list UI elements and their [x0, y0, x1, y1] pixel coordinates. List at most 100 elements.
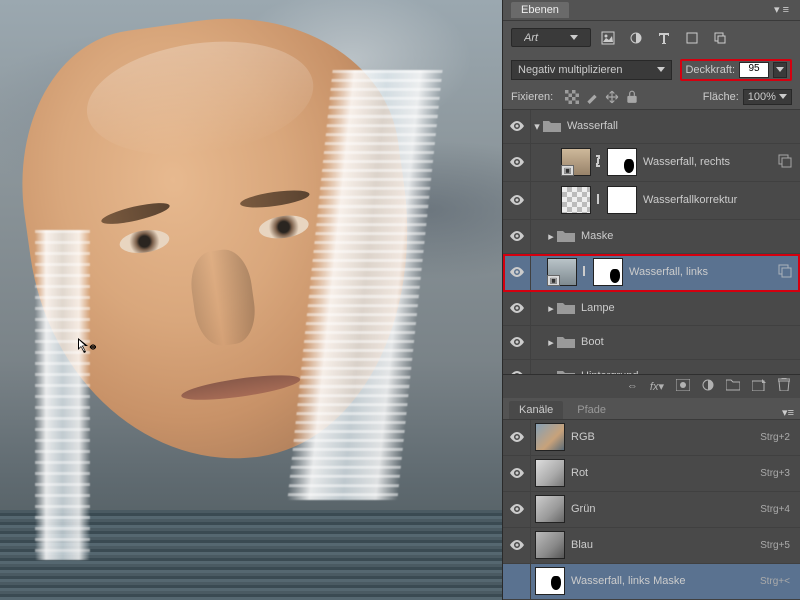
channel-blue[interactable]: Blau Strg+5 [503, 528, 800, 564]
layer-name[interactable]: Maske [575, 230, 800, 242]
folder-icon [557, 335, 575, 349]
document-canvas[interactable] [0, 0, 502, 600]
mask-link-icon[interactable] [591, 193, 605, 208]
mask-thumbnail[interactable] [593, 258, 623, 286]
adjustment-icon[interactable] [702, 379, 714, 394]
chevron-down-icon [570, 35, 578, 40]
filter-adjust-icon[interactable] [625, 27, 647, 49]
visibility-toggle[interactable] [503, 326, 531, 359]
visibility-toggle[interactable] [503, 420, 531, 455]
layer-wasserfallkorrektur[interactable]: Wasserfallkorrektur [503, 182, 800, 220]
folder-icon [557, 369, 575, 374]
layer-wasserfall-links[interactable]: ▣ Wasserfall, links [503, 254, 800, 292]
channel-name: Rot [565, 467, 760, 479]
lock-transparency-icon[interactable] [565, 90, 579, 104]
folder-icon [557, 301, 575, 315]
disclosure-triangle-icon[interactable]: ▾ [531, 120, 543, 133]
lock-pixels-icon[interactable] [585, 90, 599, 104]
channel-shortcut: Strg+4 [760, 504, 790, 515]
mask-thumbnail[interactable] [607, 148, 637, 176]
layer-thumbnail[interactable]: ▣ [547, 258, 577, 286]
filter-pixel-icon[interactable] [597, 27, 619, 49]
layer-name[interactable]: Wasserfall, links [623, 266, 778, 278]
filter-input[interactable] [524, 32, 564, 44]
layer-group-boot[interactable]: ▸ Boot [503, 326, 800, 360]
visibility-toggle[interactable] [503, 292, 531, 325]
channel-shortcut: Strg+5 [760, 540, 790, 551]
channel-shortcut: Strg+3 [760, 468, 790, 479]
new-layer-icon[interactable] [752, 379, 766, 394]
chevron-down-icon [657, 67, 665, 72]
visibility-toggle[interactable] [503, 492, 531, 527]
layer-group-hintergrund[interactable]: ▸ Hintergrund [503, 360, 800, 374]
layer-name[interactable]: Wasserfall [561, 120, 800, 132]
link-layers-icon[interactable]: ⇔ [627, 380, 638, 392]
waterfall-left [35, 230, 90, 560]
smart-filter-badge: ▣ [547, 275, 560, 286]
tab-paths[interactable]: Pfade [567, 401, 616, 419]
opacity-slider-toggle[interactable] [773, 62, 787, 78]
layer-thumbnail[interactable]: ▣ [561, 148, 591, 176]
mask-link-icon[interactable] [591, 155, 605, 170]
channel-name: Grün [565, 503, 760, 515]
opacity-input[interactable]: 95 [739, 62, 769, 78]
fx-icon[interactable]: fx▾ [650, 380, 664, 393]
layer-name[interactable]: Boot [575, 336, 800, 348]
channel-shortcut: Strg+2 [760, 432, 790, 443]
blend-mode-select[interactable]: Negativ multiplizieren [511, 60, 672, 80]
mask-thumbnail[interactable] [607, 186, 637, 214]
panel-menu-icon[interactable]: ▾≡ [782, 406, 794, 419]
layer-filter-kind[interactable] [511, 28, 591, 47]
layer-name[interactable]: Wasserfallkorrektur [637, 194, 800, 206]
channel-mask[interactable]: Wasserfall, links Maske Strg+< [503, 564, 800, 600]
opacity-label: Deckkraft: [685, 64, 735, 76]
filter-type-icon[interactable] [653, 27, 675, 49]
layer-thumbnail[interactable] [561, 186, 591, 214]
fill-value[interactable]: 100% [743, 89, 792, 105]
mask-link-icon[interactable] [577, 265, 591, 280]
layer-wasserfall-rechts[interactable]: ▣ Wasserfall, rechts [503, 144, 800, 182]
tab-channels[interactable]: Kanäle [509, 401, 563, 419]
trash-icon[interactable] [778, 378, 790, 394]
visibility-toggle[interactable] [503, 456, 531, 491]
visibility-toggle[interactable] [503, 110, 531, 143]
filter-shape-icon[interactable] [681, 27, 703, 49]
panel-header: Ebenen ▾≡ [503, 0, 800, 21]
visibility-toggle[interactable] [503, 220, 531, 253]
visibility-toggle[interactable] [503, 144, 531, 181]
panel-tab-layers[interactable]: Ebenen [511, 2, 569, 18]
lock-buttons [565, 90, 639, 104]
disclosure-triangle-icon[interactable]: ▸ [545, 302, 557, 315]
visibility-toggle[interactable] [503, 254, 531, 291]
visibility-toggle[interactable] [503, 182, 531, 219]
disclosure-triangle-icon[interactable]: ▸ [545, 230, 557, 243]
visibility-toggle[interactable] [503, 360, 531, 374]
layer-filter-toolbar [503, 21, 800, 55]
visibility-toggle[interactable] [503, 528, 531, 563]
lock-position-icon[interactable] [605, 90, 619, 104]
channel-thumbnail [535, 531, 565, 559]
lock-all-icon[interactable] [625, 90, 639, 104]
layer-name[interactable]: Wasserfall, rechts [637, 156, 778, 168]
group-icon[interactable] [726, 379, 740, 394]
layer-group-wasserfall[interactable]: ▾ Wasserfall [503, 110, 800, 144]
lock-label: Fixieren: [511, 91, 553, 103]
visibility-toggle[interactable] [503, 564, 531, 599]
layers-list[interactable]: ▾ Wasserfall ▣ Wasserfall, rechts Wasser… [503, 110, 800, 374]
channel-thumbnail [535, 567, 565, 595]
layer-name[interactable]: Hintergrund [575, 370, 800, 374]
channel-green[interactable]: Grün Strg+4 [503, 492, 800, 528]
layer-name[interactable]: Lampe [575, 302, 800, 314]
disclosure-triangle-icon[interactable]: ▸ [545, 336, 557, 349]
mask-icon[interactable] [676, 379, 690, 394]
layer-group-maske[interactable]: ▸ Maske [503, 220, 800, 254]
filter-smart-icon[interactable] [709, 27, 731, 49]
fill-label: Fläche: [703, 91, 739, 103]
channel-rgb[interactable]: RGB Strg+2 [503, 420, 800, 456]
blend-mode-label: Negativ multiplizieren [518, 64, 623, 76]
channel-red[interactable]: Rot Strg+3 [503, 456, 800, 492]
channel-shortcut: Strg+< [760, 576, 790, 587]
panel-menu-icon[interactable]: ▾≡ [774, 3, 792, 16]
disclosure-triangle-icon[interactable]: ▸ [545, 370, 557, 374]
layer-group-lampe[interactable]: ▸ Lampe [503, 292, 800, 326]
